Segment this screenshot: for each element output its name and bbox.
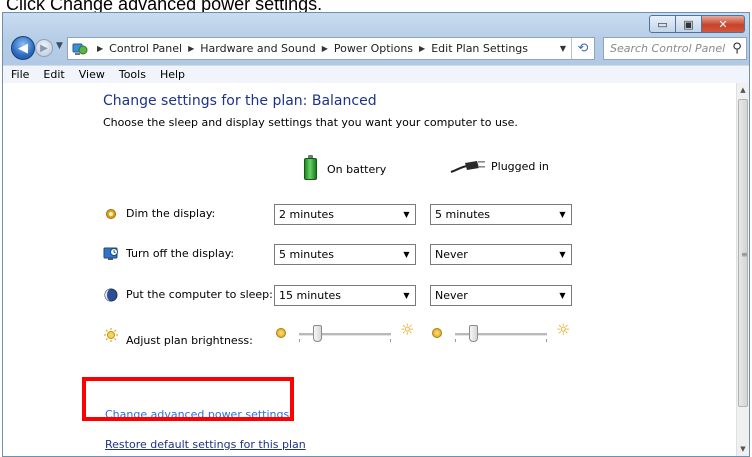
dim-display-icon xyxy=(103,206,119,222)
bright-sun-icon: ☼ xyxy=(400,320,415,339)
dropdown-arrow-icon: ▼ xyxy=(403,250,410,259)
setting-row-display-off: Turn off the display: 5 minutes ▼ Never … xyxy=(103,244,573,265)
battery-icon xyxy=(304,155,317,180)
dropdown-arrow-icon: ▼ xyxy=(403,291,410,300)
control-panel-icon xyxy=(72,41,88,57)
minimize-button[interactable]: ▭ xyxy=(649,15,676,33)
dropdown-arrow-icon: ▼ xyxy=(403,210,410,219)
sleep-label: Put the computer to sleep: xyxy=(126,288,273,301)
on-battery-header: On battery xyxy=(304,155,387,180)
breadcrumb-separator-icon[interactable]: ▶ xyxy=(322,44,328,53)
scroll-down-arrow-icon[interactable]: ▼ xyxy=(737,442,749,456)
address-dropdown-icon[interactable]: ▼ xyxy=(555,44,571,53)
close-button[interactable]: ✕ xyxy=(702,15,745,33)
brightness-battery-slider[interactable]: ☼ xyxy=(276,320,416,349)
breadcrumb-control-panel[interactable]: Control Panel xyxy=(109,42,182,55)
menu-view[interactable]: View xyxy=(72,68,112,81)
setting-row-dim-display: Dim the display: 2 minutes ▼ 5 minutes ▼ xyxy=(103,204,573,225)
display-off-battery-value: 5 minutes xyxy=(279,248,335,261)
dim-display-label: Dim the display: xyxy=(126,207,216,220)
dropdown-arrow-icon: ▼ xyxy=(559,291,566,300)
breadcrumb-edit-plan-settings[interactable]: Edit Plan Settings xyxy=(431,42,528,55)
sleep-battery-value: 15 minutes xyxy=(279,289,342,302)
dim-display-plugged-select[interactable]: 5 minutes ▼ xyxy=(430,204,572,225)
dim-display-plugged-value: 5 minutes xyxy=(435,208,491,221)
menu-help[interactable]: Help xyxy=(153,68,192,81)
dim-sun-icon xyxy=(276,328,286,338)
slider-tick xyxy=(390,339,391,342)
slider-thumb[interactable] xyxy=(468,325,478,342)
search-icon[interactable]: ⚲ xyxy=(728,41,746,56)
forward-button[interactable]: ▶ xyxy=(35,39,53,57)
sleep-moon-icon xyxy=(103,287,119,303)
forward-arrow-icon: ▶ xyxy=(40,42,48,54)
breadcrumb-hardware-and-sound[interactable]: Hardware and Sound xyxy=(200,42,315,55)
restore-default-settings-link[interactable]: Restore default settings for this plan xyxy=(105,438,306,451)
dim-display-battery-value: 2 minutes xyxy=(279,208,335,221)
dim-display-battery-select[interactable]: 2 minutes ▼ xyxy=(274,204,416,225)
sleep-battery-select[interactable]: 15 minutes ▼ xyxy=(274,285,416,306)
sleep-plugged-select[interactable]: Never ▼ xyxy=(430,285,572,306)
slider-tick xyxy=(299,339,300,342)
on-battery-label: On battery xyxy=(327,162,387,176)
back-arrow-icon: ◀ xyxy=(18,40,28,56)
menu-tools[interactable]: Tools xyxy=(112,68,153,81)
breadcrumb-separator-icon[interactable]: ▶ xyxy=(188,44,194,53)
setting-row-sleep: Put the computer to sleep: 15 minutes ▼ … xyxy=(103,285,573,306)
slider-tick xyxy=(546,339,547,342)
refresh-button[interactable]: ⟲ xyxy=(571,38,594,59)
menu-edit[interactable]: Edit xyxy=(36,68,71,81)
breadcrumb-separator-icon[interactable]: ▶ xyxy=(97,44,103,53)
dropdown-arrow-icon: ▼ xyxy=(559,210,566,219)
bright-sun-icon: ☼ xyxy=(556,320,571,339)
page-title: Change settings for the plan: Balanced xyxy=(103,93,377,109)
display-off-plugged-value: Never xyxy=(435,248,468,261)
dim-sun-icon xyxy=(432,328,442,338)
scroll-up-arrow-icon[interactable]: ▲ xyxy=(737,83,749,97)
plugged-in-header: Plugged in xyxy=(449,158,549,174)
dropdown-arrow-icon: ▼ xyxy=(559,250,566,259)
sleep-plugged-value: Never xyxy=(435,289,468,302)
caption-buttons: ▭ ▣ ✕ xyxy=(649,15,745,33)
scroll-grip-icon: ≡ xyxy=(741,250,748,259)
control-panel-window: ▭ ▣ ✕ ◀ ▶ ▼ ▶ Control Panel ▶ Hardware a… xyxy=(2,12,750,457)
search-input[interactable] xyxy=(604,41,728,56)
back-button[interactable]: ◀ xyxy=(11,36,35,60)
maximize-button[interactable]: ▣ xyxy=(676,15,702,33)
recent-pages-dropdown-icon[interactable]: ▼ xyxy=(56,41,63,51)
setting-row-brightness: Adjust plan brightness: ☼ ☼ xyxy=(103,320,573,355)
breadcrumb: ▶ Control Panel ▶ Hardware and Sound ▶ P… xyxy=(91,42,555,55)
display-off-icon xyxy=(103,246,119,262)
page-description: Choose the sleep and display settings th… xyxy=(103,116,518,129)
window-frame: ▭ ▣ ✕ ◀ ▶ ▼ ▶ Control Panel ▶ Hardware a… xyxy=(3,13,749,84)
breadcrumb-power-options[interactable]: Power Options xyxy=(334,42,413,55)
slider-tick xyxy=(455,339,456,342)
brightness-sun-icon xyxy=(103,327,119,343)
breadcrumb-separator-icon[interactable]: ▶ xyxy=(419,44,425,53)
refresh-icon: ⟲ xyxy=(577,41,589,56)
power-plug-icon xyxy=(449,158,487,174)
menu-file[interactable]: File xyxy=(3,68,36,81)
display-off-battery-select[interactable]: 5 minutes ▼ xyxy=(274,244,416,265)
vertical-scrollbar[interactable]: ▲ ≡ ▼ xyxy=(736,83,749,456)
brightness-label: Adjust plan brightness: xyxy=(126,334,253,347)
plan-settings-content: Change settings for the plan: Balanced C… xyxy=(3,83,737,456)
menu-bar: File Edit View Tools Help xyxy=(3,65,749,84)
navigation-bar: ◀ ▶ ▼ ▶ Control Panel ▶ Hardware and Sou… xyxy=(3,33,749,63)
change-advanced-power-settings-link[interactable]: Change advanced power settings xyxy=(105,408,289,421)
display-off-label: Turn off the display: xyxy=(126,247,235,260)
slider-thumb[interactable] xyxy=(312,325,322,342)
scrollbar-thumb[interactable]: ≡ xyxy=(738,99,748,407)
display-off-plugged-select[interactable]: Never ▼ xyxy=(430,244,572,265)
brightness-plugged-slider[interactable]: ☼ xyxy=(432,320,572,349)
address-bar[interactable]: ▶ Control Panel ▶ Hardware and Sound ▶ P… xyxy=(67,37,595,60)
search-box[interactable]: ⚲ xyxy=(603,37,747,60)
plugged-in-label: Plugged in xyxy=(491,159,549,173)
